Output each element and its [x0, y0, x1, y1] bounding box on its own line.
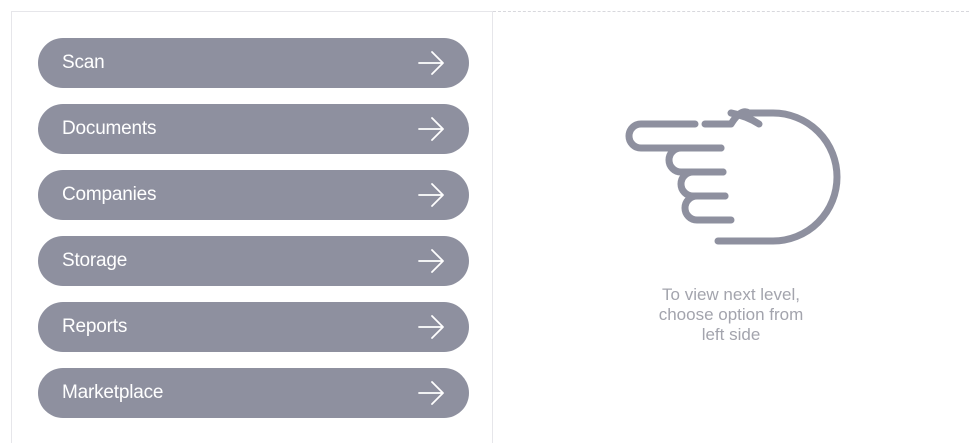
menu-item-label: Companies	[62, 184, 157, 205]
arrow-right-icon	[418, 117, 444, 141]
arrow-right-icon	[418, 183, 444, 207]
hint-line: left side	[701, 325, 761, 344]
hint-line: To view next level,	[662, 285, 800, 304]
menu-item-reports[interactable]: Reports	[38, 302, 469, 352]
menu-item-scan[interactable]: Scan	[38, 38, 469, 88]
menu-list: Scan Documents Companies Storage Reports…	[38, 38, 469, 434]
hint-text: To view next level, choose option from l…	[493, 285, 969, 345]
menu-item-documents[interactable]: Documents	[38, 104, 469, 154]
arrow-right-icon	[418, 315, 444, 339]
pointing-hand-icon	[625, 108, 841, 245]
detail-panel: To view next level, choose option from l…	[493, 11, 969, 443]
menu-item-label: Marketplace	[62, 382, 164, 403]
menu-item-label: Scan	[62, 52, 105, 73]
arrow-right-icon	[418, 381, 444, 405]
menu-item-label: Documents	[62, 118, 157, 139]
menu-item-label: Storage	[62, 250, 128, 271]
menu-item-label: Reports	[62, 316, 128, 337]
menu-item-storage[interactable]: Storage	[38, 236, 469, 286]
arrow-right-icon	[418, 51, 444, 75]
screen: Scan Documents Companies Storage Reports…	[0, 0, 969, 443]
left-menu-panel: Scan Documents Companies Storage Reports…	[11, 11, 493, 443]
hint-line: choose option from	[658, 305, 804, 324]
menu-item-marketplace[interactable]: Marketplace	[38, 368, 469, 418]
arrow-right-icon	[418, 249, 444, 273]
menu-item-companies[interactable]: Companies	[38, 170, 469, 220]
